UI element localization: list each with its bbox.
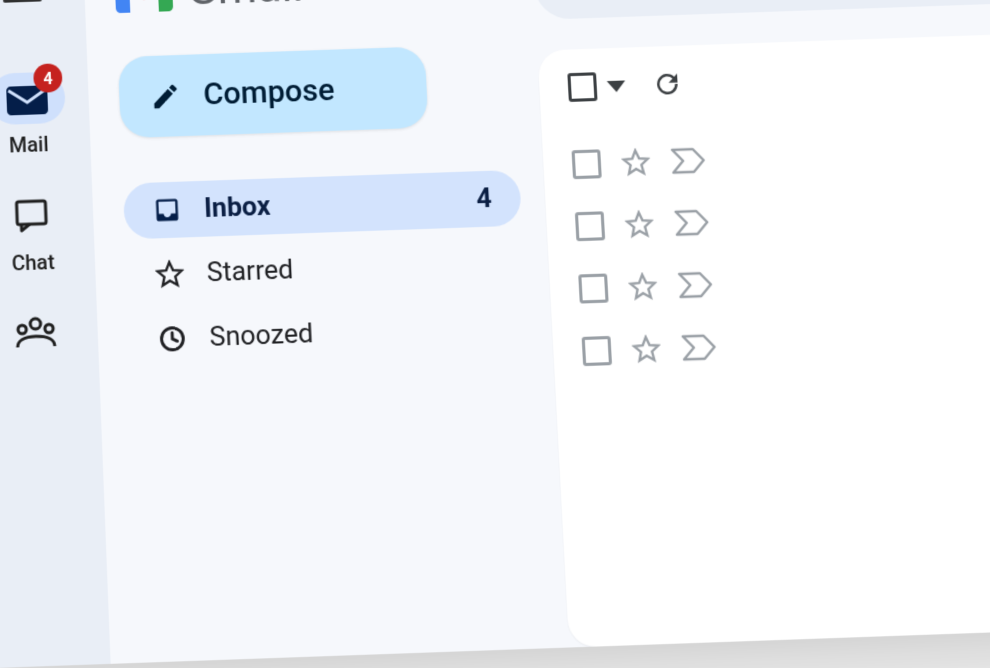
star-icon[interactable]	[631, 334, 662, 364]
row-checkbox[interactable]	[575, 211, 605, 241]
row-checkbox[interactable]	[578, 273, 608, 303]
important-icon[interactable]	[681, 333, 718, 361]
sidebar-item-label: Snoozed	[209, 312, 499, 353]
star-icon	[155, 259, 185, 289]
gmail-logo-icon	[114, 0, 173, 13]
important-icon[interactable]	[677, 271, 714, 299]
sidebar-item-starred[interactable]: Starred	[125, 234, 525, 304]
app-rail-item-mail[interactable]: 4 Mail	[0, 71, 91, 160]
spaces-icon	[0, 307, 75, 362]
unread-badge: 4	[33, 63, 63, 93]
chat-icon	[0, 189, 70, 243]
sidebar: Gmail Compose Inbox 4 Starred	[82, 0, 569, 664]
brand-title: Gmail	[185, 0, 304, 16]
app-rail-item-spaces[interactable]	[0, 306, 99, 362]
star-icon[interactable]	[628, 272, 658, 302]
row-checkbox[interactable]	[572, 149, 602, 179]
refresh-icon[interactable]	[651, 68, 683, 100]
compose-label: Compose	[203, 72, 336, 113]
chevron-down-icon	[607, 80, 626, 92]
inbox-icon	[152, 195, 182, 225]
app-rail-item-chat[interactable]: Chat	[0, 188, 95, 277]
mail-icon: 4	[0, 71, 66, 125]
app-rail-label: Chat	[11, 249, 55, 275]
app-rail-label: Mail	[9, 132, 49, 158]
clock-icon	[157, 324, 187, 354]
star-icon[interactable]	[621, 148, 651, 178]
toolbar	[567, 51, 990, 103]
sidebar-item-count: 4	[476, 183, 493, 215]
sidebar-item-inbox[interactable]: Inbox 4	[123, 170, 522, 240]
important-icon[interactable]	[670, 147, 706, 175]
compose-button[interactable]: Compose	[118, 46, 429, 138]
select-all-checkbox[interactable]	[567, 72, 597, 102]
important-icon[interactable]	[674, 209, 710, 237]
search-bar[interactable]	[532, 0, 990, 20]
message-list-panel	[537, 28, 990, 648]
pencil-icon	[149, 80, 181, 112]
select-all[interactable]	[567, 71, 626, 102]
message-list	[571, 117, 990, 387]
sidebar-item-label: Starred	[206, 247, 496, 288]
star-icon[interactable]	[624, 210, 654, 240]
sidebar-item-snoozed[interactable]: Snoozed	[128, 298, 529, 368]
sidebar-item-label: Inbox	[203, 184, 454, 224]
brand[interactable]: Gmail	[114, 0, 510, 18]
menu-icon[interactable]	[2, 0, 44, 10]
main-area	[530, 0, 990, 648]
row-checkbox[interactable]	[582, 336, 612, 366]
